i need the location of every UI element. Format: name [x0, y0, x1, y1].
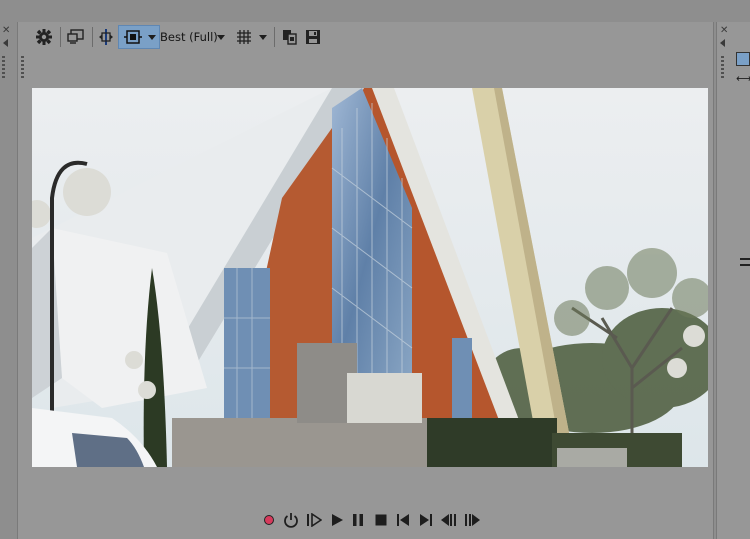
toolbar-separator	[92, 27, 93, 47]
quality-dropdown-arrow[interactable]	[216, 25, 226, 49]
video-preview-panel: Best (Full)	[17, 22, 714, 539]
toolbar-separator	[274, 27, 275, 47]
drag-handle[interactable]	[2, 56, 5, 80]
pan-crop-tool-icon[interactable]	[736, 52, 750, 66]
chevron-down-icon[interactable]	[259, 34, 267, 40]
split-tool-icon[interactable]: ⟷	[736, 72, 750, 85]
pause-icon[interactable]	[349, 510, 367, 530]
split-screen-view-icon[interactable]	[95, 25, 117, 49]
go-to-end-icon[interactable]	[462, 510, 482, 530]
record-icon[interactable]	[261, 510, 277, 530]
external-monitor-icon[interactable]	[65, 25, 87, 49]
play-icon[interactable]	[328, 510, 346, 530]
next-frame-icon[interactable]	[417, 510, 435, 530]
close-icon[interactable]: ✕	[2, 26, 10, 36]
settings-gear-icon[interactable]	[33, 25, 55, 49]
save-snapshot-icon[interactable]	[303, 25, 323, 49]
grid-overlay-icon[interactable]	[234, 25, 254, 49]
collapse-arrow-icon[interactable]	[720, 39, 725, 47]
top-band	[0, 0, 750, 22]
grid-dropdown-arrow[interactable]	[258, 25, 268, 49]
overlays-icon	[123, 30, 142, 44]
go-to-start-icon[interactable]	[439, 510, 459, 530]
transport-controls	[18, 510, 713, 534]
toolbar-separator	[60, 27, 61, 47]
copy-snapshot-icon[interactable]	[280, 25, 300, 49]
chevron-down-icon[interactable]	[217, 34, 225, 40]
panel-splitter-handle[interactable]	[740, 258, 750, 266]
close-icon[interactable]: ✕	[720, 26, 728, 36]
overlays-toggle-button[interactable]	[118, 25, 160, 49]
preview-toolbar: Best (Full)	[18, 22, 713, 52]
collapse-arrow-icon[interactable]	[3, 39, 8, 47]
left-dock-strip: ✕	[0, 22, 14, 539]
video-frame-image	[32, 88, 708, 467]
chevron-down-icon[interactable]	[147, 34, 156, 40]
loop-playback-icon[interactable]	[282, 510, 300, 530]
video-frame	[32, 88, 708, 467]
stop-icon[interactable]	[372, 510, 390, 530]
preview-quality-label[interactable]: Best (Full)	[160, 30, 218, 44]
drag-handle[interactable]	[721, 56, 724, 80]
right-dock-panel: ✕ ⟷	[716, 22, 750, 539]
previous-frame-icon[interactable]	[394, 510, 412, 530]
drag-handle[interactable]	[21, 56, 24, 80]
play-from-start-icon[interactable]	[305, 510, 323, 530]
